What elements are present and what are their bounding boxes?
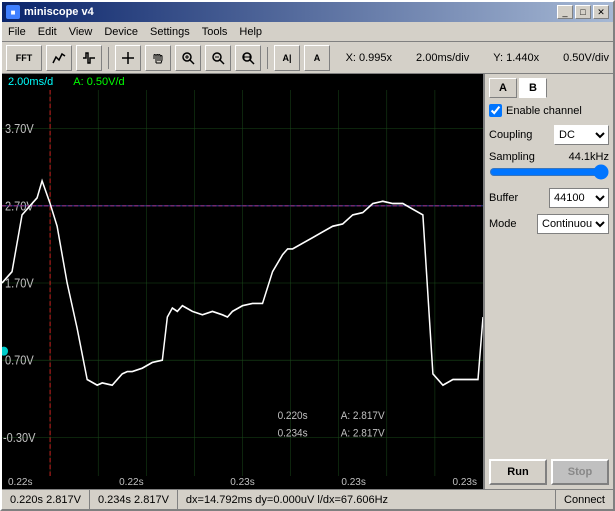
- main-window: ■ miniscope v4 _ □ ✕ File Edit View Devi…: [0, 0, 615, 511]
- menu-view[interactable]: View: [63, 24, 99, 40]
- sampling-slider-container: [489, 165, 609, 182]
- volt-div: 0.50V/div: [563, 52, 609, 64]
- status-seg-2: 0.234s 2.817V: [90, 490, 178, 509]
- status-text-1: 0.220s 2.817V: [10, 494, 81, 506]
- zoom-out-button[interactable]: [205, 45, 231, 71]
- svg-text:0.220s: 0.220s: [278, 410, 308, 423]
- status-text-3: dx=14.792ms dy=0.000uV l/dx=67.606Hz: [186, 494, 388, 506]
- spacer: [489, 240, 609, 455]
- cursor-a-button[interactable]: A|: [274, 45, 300, 71]
- zoom-fit-button[interactable]: [235, 45, 261, 71]
- sampling-section: Sampling 44.1kHz: [489, 151, 609, 182]
- x-coord: X: 0.995x: [346, 52, 392, 64]
- run-button[interactable]: Run: [489, 459, 547, 485]
- app-icon: ■: [6, 5, 20, 19]
- right-panel: A B Enable channel Coupling DC AC GND: [483, 74, 613, 489]
- hand-tool-button[interactable]: [145, 45, 171, 71]
- coords-display: X: 0.995x 2.00ms/div Y: 1.440x 0.50V/div: [346, 52, 609, 64]
- coupling-label: Coupling: [489, 129, 532, 141]
- status-text-4: Connect: [564, 494, 605, 506]
- window-title: miniscope v4: [24, 6, 94, 18]
- menu-device[interactable]: Device: [98, 24, 144, 40]
- run-stop-row: Run Stop: [489, 459, 609, 485]
- svg-text:A: 2.817V: A: 2.817V: [341, 427, 386, 440]
- maximize-button[interactable]: □: [575, 5, 591, 19]
- svg-text:0.234s: 0.234s: [278, 427, 308, 440]
- mode-select[interactable]: Continuous Single Triggered: [537, 214, 609, 234]
- enable-channel-checkbox[interactable]: [489, 104, 502, 117]
- menu-edit[interactable]: Edit: [32, 24, 63, 40]
- main-content: 2.00ms/d A: 0.50V/d: [2, 74, 613, 489]
- volt-per-div-label: A: 0.50V/d: [73, 76, 124, 88]
- title-bar-controls: _ □ ✕: [557, 5, 609, 19]
- status-seg-1: 0.220s 2.817V: [2, 490, 90, 509]
- label-a-button[interactable]: A: [304, 45, 330, 71]
- zoom-in-button[interactable]: [175, 45, 201, 71]
- enable-channel-label: Enable channel: [506, 105, 582, 117]
- x-label-1: 0.22s: [119, 477, 143, 488]
- mode-label: Mode: [489, 218, 517, 230]
- title-bar-left: ■ miniscope v4: [6, 5, 94, 19]
- menu-settings[interactable]: Settings: [144, 24, 196, 40]
- channel-tabs: A B: [489, 78, 609, 98]
- separator-1: [108, 47, 109, 69]
- menu-file[interactable]: File: [2, 24, 32, 40]
- y-coord: Y: 1.440x: [493, 52, 539, 64]
- status-seg-3: dx=14.792ms dy=0.000uV l/dx=67.606Hz: [178, 490, 556, 509]
- sampling-row: Sampling 44.1kHz: [489, 151, 609, 163]
- buffer-row: Buffer 44100 22050 8192: [489, 188, 609, 208]
- x-label-4: 0.23s: [453, 477, 477, 488]
- svg-text:0.70V: 0.70V: [5, 354, 34, 368]
- status-bar: 0.220s 2.817V 0.234s 2.817V dx=14.792ms …: [2, 489, 613, 509]
- channel-a-tab[interactable]: A: [489, 78, 517, 98]
- menu-tools[interactable]: Tools: [196, 24, 234, 40]
- channel-b-tab[interactable]: B: [519, 78, 547, 98]
- time-div: 2.00ms/div: [416, 52, 469, 64]
- enable-channel-row: Enable channel: [489, 104, 609, 117]
- scope-grid-svg: 3.70V 2.70V 1.70V 0.70V -0.30V: [2, 90, 483, 476]
- status-seg-4: Connect: [556, 490, 613, 509]
- x-label-0: 0.22s: [8, 477, 32, 488]
- svg-text:A: 2.817V: A: 2.817V: [341, 410, 386, 423]
- x-label-2: 0.23s: [230, 477, 254, 488]
- svg-text:3.70V: 3.70V: [5, 123, 34, 137]
- scope-canvas[interactable]: 3.70V 2.70V 1.70V 0.70V -0.30V: [2, 90, 483, 476]
- stop-button[interactable]: Stop: [551, 459, 609, 485]
- status-text-2: 0.234s 2.817V: [98, 494, 169, 506]
- buffer-label: Buffer: [489, 192, 518, 204]
- toolbar: FFT A| A: [2, 42, 613, 74]
- scope-area[interactable]: 2.00ms/d A: 0.50V/d: [2, 74, 483, 489]
- menu-bar: File Edit View Device Settings Tools Hel…: [2, 22, 613, 42]
- fft-button[interactable]: FFT: [6, 45, 42, 71]
- close-button[interactable]: ✕: [593, 5, 609, 19]
- sampling-slider[interactable]: [489, 165, 609, 179]
- coupling-select[interactable]: DC AC GND: [554, 125, 609, 145]
- scope-header: 2.00ms/d A: 0.50V/d: [2, 74, 483, 90]
- buffer-select[interactable]: 44100 22050 8192: [549, 188, 609, 208]
- minimize-button[interactable]: _: [557, 5, 573, 19]
- svg-text:-0.30V: -0.30V: [3, 431, 36, 445]
- mode-row: Mode Continuous Single Triggered: [489, 214, 609, 234]
- sampling-label: Sampling: [489, 151, 535, 163]
- scope-bottom-labels: 0.22s 0.22s 0.23s 0.23s 0.23s: [2, 476, 483, 489]
- separator-2: [267, 47, 268, 69]
- sampling-value: 44.1kHz: [569, 151, 609, 163]
- waveform-button[interactable]: [76, 45, 102, 71]
- svg-text:1.70V: 1.70V: [5, 277, 34, 291]
- title-bar: ■ miniscope v4 _ □ ✕: [2, 2, 613, 22]
- x-label-3: 0.23s: [341, 477, 365, 488]
- cursor-plus-button[interactable]: [115, 45, 141, 71]
- coupling-row: Coupling DC AC GND: [489, 125, 609, 145]
- time-per-div-label: 2.00ms/d: [8, 76, 53, 88]
- menu-help[interactable]: Help: [233, 24, 268, 40]
- graph-button[interactable]: [46, 45, 72, 71]
